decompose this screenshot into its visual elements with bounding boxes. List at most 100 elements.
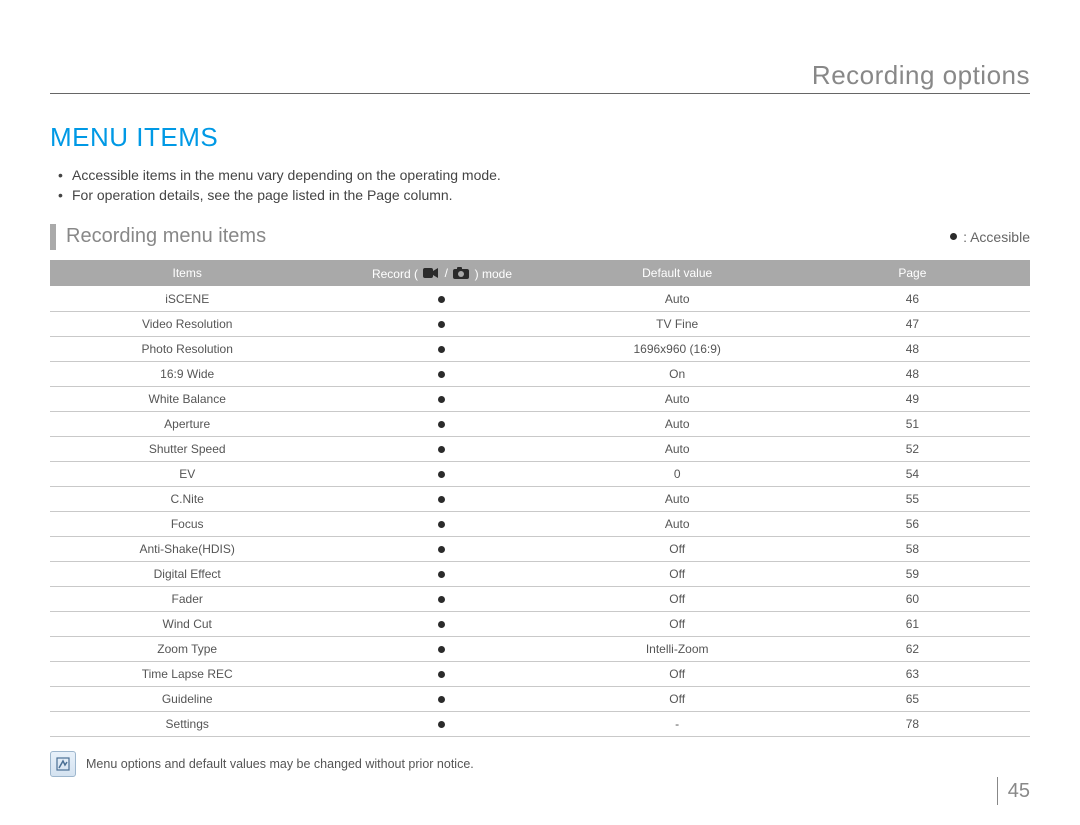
col-default: Default value bbox=[560, 260, 795, 287]
dot-icon bbox=[438, 546, 445, 553]
cell-item: Zoom Type bbox=[50, 637, 324, 662]
footnote-text: Menu options and default values may be c… bbox=[86, 757, 474, 771]
cell-item: C.Nite bbox=[50, 487, 324, 512]
cell-item: Time Lapse REC bbox=[50, 662, 324, 687]
cell-default: Off bbox=[560, 562, 795, 587]
cell-default: 1696x960 (16:9) bbox=[560, 337, 795, 362]
cell-accessible bbox=[324, 337, 559, 362]
dot-icon bbox=[438, 296, 445, 303]
photo-icon bbox=[453, 267, 469, 279]
cell-item: Fader bbox=[50, 587, 324, 612]
dot-icon bbox=[438, 596, 445, 603]
cell-accessible bbox=[324, 712, 559, 737]
legend-label: : Accesible bbox=[963, 229, 1030, 245]
cell-accessible bbox=[324, 537, 559, 562]
dot-icon bbox=[438, 721, 445, 728]
dot-icon bbox=[438, 471, 445, 478]
cell-page: 65 bbox=[795, 687, 1030, 712]
col-items: Items bbox=[50, 260, 324, 287]
mode-separator: / bbox=[445, 266, 448, 280]
table-row: Zoom TypeIntelli-Zoom62 bbox=[50, 637, 1030, 662]
intro-bullets: Accessible items in the menu vary depend… bbox=[50, 165, 1030, 206]
dot-icon bbox=[438, 371, 445, 378]
dot-icon bbox=[438, 621, 445, 628]
table-row: EV054 bbox=[50, 462, 1030, 487]
cell-accessible bbox=[324, 662, 559, 687]
cell-page: 52 bbox=[795, 437, 1030, 462]
cell-default: Off bbox=[560, 587, 795, 612]
dot-icon bbox=[438, 396, 445, 403]
table-row: GuidelineOff65 bbox=[50, 687, 1030, 712]
cell-accessible bbox=[324, 687, 559, 712]
table-row: ApertureAuto51 bbox=[50, 412, 1030, 437]
cell-item: Focus bbox=[50, 512, 324, 537]
cell-default: Auto bbox=[560, 487, 795, 512]
video-icon bbox=[423, 267, 439, 279]
cell-accessible bbox=[324, 487, 559, 512]
cell-accessible bbox=[324, 312, 559, 337]
cell-accessible bbox=[324, 412, 559, 437]
cell-page: 46 bbox=[795, 287, 1030, 312]
cell-page: 78 bbox=[795, 712, 1030, 737]
cell-page: 60 bbox=[795, 587, 1030, 612]
cell-page: 49 bbox=[795, 387, 1030, 412]
table-row: White BalanceAuto49 bbox=[50, 387, 1030, 412]
subhead-text: Recording menu items bbox=[66, 225, 266, 248]
table-row: Photo Resolution1696x960 (16:9)48 bbox=[50, 337, 1030, 362]
cell-default: Intelli-Zoom bbox=[560, 637, 795, 662]
cell-item: EV bbox=[50, 462, 324, 487]
subhead-bar bbox=[50, 224, 56, 250]
col-record-mode: Record ( / ) mode bbox=[324, 260, 559, 287]
table-row: Wind CutOff61 bbox=[50, 612, 1030, 637]
cell-accessible bbox=[324, 612, 559, 637]
cell-default: On bbox=[560, 362, 795, 387]
dot-icon bbox=[438, 321, 445, 328]
cell-default: Auto bbox=[560, 512, 795, 537]
cell-item: Digital Effect bbox=[50, 562, 324, 587]
cell-default: 0 bbox=[560, 462, 795, 487]
dot-icon bbox=[438, 646, 445, 653]
page-number-box: 45 bbox=[997, 777, 1030, 805]
cell-default: Off bbox=[560, 537, 795, 562]
cell-page: 48 bbox=[795, 362, 1030, 387]
cell-accessible bbox=[324, 587, 559, 612]
cell-accessible bbox=[324, 512, 559, 537]
section-title: Recording options bbox=[812, 60, 1030, 91]
table-row: Settings-78 bbox=[50, 712, 1030, 737]
sub-heading: Recording menu items bbox=[50, 224, 266, 250]
cell-page: 59 bbox=[795, 562, 1030, 587]
cell-item: 16:9 Wide bbox=[50, 362, 324, 387]
cell-item: Wind Cut bbox=[50, 612, 324, 637]
dot-icon bbox=[950, 233, 957, 240]
cell-accessible bbox=[324, 387, 559, 412]
cell-page: 55 bbox=[795, 487, 1030, 512]
header-rule: Recording options bbox=[50, 60, 1030, 94]
page-number: 45 bbox=[1008, 780, 1030, 803]
cell-default: Off bbox=[560, 612, 795, 637]
cell-page: 56 bbox=[795, 512, 1030, 537]
table-row: Digital Effect Off59 bbox=[50, 562, 1030, 587]
cell-accessible bbox=[324, 637, 559, 662]
table-header-row: Items Record ( / ) mode Default value Pa… bbox=[50, 260, 1030, 287]
table-row: Time Lapse REC Off63 bbox=[50, 662, 1030, 687]
cell-accessible bbox=[324, 362, 559, 387]
cell-item: Video Resolution bbox=[50, 312, 324, 337]
cell-item: White Balance bbox=[50, 387, 324, 412]
cell-default: Off bbox=[560, 687, 795, 712]
cell-default: Off bbox=[560, 662, 795, 687]
footnote: Menu options and default values may be c… bbox=[50, 751, 1030, 777]
cell-default: Auto bbox=[560, 287, 795, 312]
cell-page: 63 bbox=[795, 662, 1030, 687]
cell-page: 58 bbox=[795, 537, 1030, 562]
cell-item: Settings bbox=[50, 712, 324, 737]
table-row: Focus Auto56 bbox=[50, 512, 1030, 537]
cell-item: Anti-Shake(HDIS) bbox=[50, 537, 324, 562]
menu-items-table: Items Record ( / ) mode Default value Pa… bbox=[50, 260, 1030, 738]
cell-default: Auto bbox=[560, 412, 795, 437]
cell-accessible bbox=[324, 287, 559, 312]
dot-icon bbox=[438, 571, 445, 578]
cell-page: 47 bbox=[795, 312, 1030, 337]
col-mode-pre: Record ( bbox=[372, 266, 418, 280]
col-mode-post: ) mode bbox=[475, 266, 512, 280]
cell-accessible bbox=[324, 562, 559, 587]
